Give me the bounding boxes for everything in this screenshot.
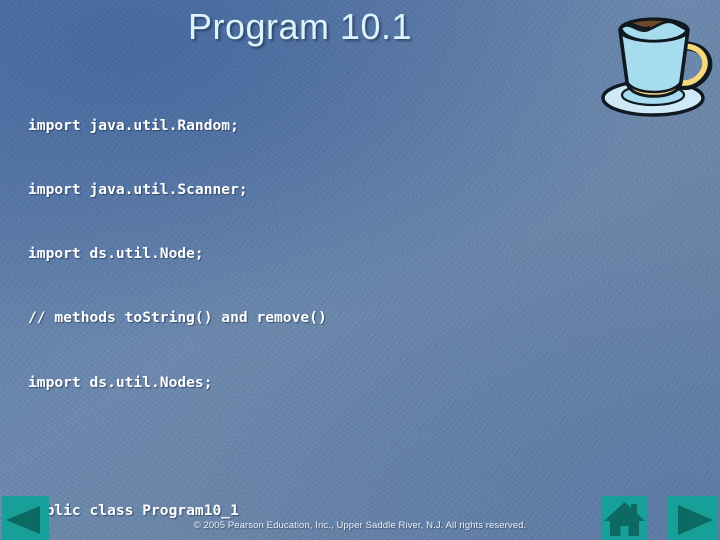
code-line: import ds.util.Nodes; — [28, 373, 213, 391]
triangle-right-icon — [667, 496, 717, 540]
code-line: import ds.util.Node; — [28, 245, 204, 263]
next-slide-button[interactable] — [667, 496, 717, 540]
code-line: public class Program10_1 — [28, 502, 239, 520]
code-line: import java.util.Random; — [28, 116, 239, 134]
home-icon — [601, 496, 648, 540]
presentation-slide: Program 10.1 import java.util.Random; im… — [0, 0, 720, 540]
previous-slide-button[interactable] — [2, 496, 49, 540]
code-line: // methods toString() and remove() — [28, 309, 327, 327]
code-line: import java.util.Scanner; — [28, 181, 248, 199]
home-button[interactable] — [601, 496, 648, 540]
slide-title: Program 10.1 — [187, 6, 413, 47]
code-block: import java.util.Random; import java.uti… — [28, 72, 688, 540]
triangle-left-icon — [2, 496, 49, 540]
